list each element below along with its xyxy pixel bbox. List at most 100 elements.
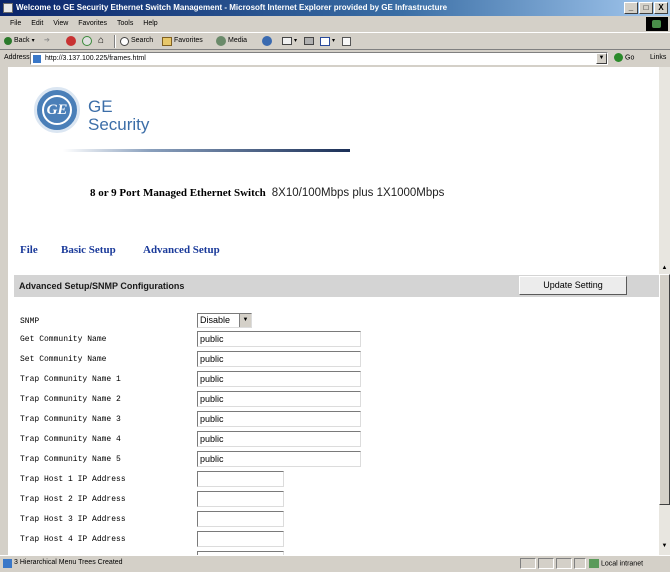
menu-view[interactable]: View [49,16,72,32]
get-community-input[interactable]: public [197,331,361,347]
menu-file[interactable]: File [6,16,25,32]
status-cell [520,558,536,569]
nav-file[interactable]: File [20,244,38,256]
menu-edit[interactable]: Edit [27,16,47,32]
media-icon [216,36,226,46]
trap-host-4-label: Trap Host 4 IP Address [20,535,126,544]
search-icon [120,36,129,46]
set-community-label: Set Community Name [20,355,107,364]
close-button[interactable]: X [654,2,668,14]
snmp-select[interactable]: Disable ▼ [197,313,252,328]
page-icon [33,55,41,63]
edit-button[interactable]: ▾ [320,34,335,48]
trap-host-2-input[interactable] [197,491,284,507]
word-icon [320,36,330,46]
scroll-down-icon[interactable]: ▼ [659,543,670,551]
stop-button[interactable] [66,34,76,48]
menu-tools[interactable]: Tools [113,16,137,32]
history-icon [262,36,272,46]
browser-window: Welcome to GE Security Ethernet Switch M… [0,0,670,572]
page-content: GE GE Security 8 or 9 Port Managed Ether… [8,67,659,555]
ge-logo: GE [34,87,80,133]
home-button[interactable]: ⌂ [98,34,104,48]
title-bar: Welcome to GE Security Ethernet Switch M… [0,0,670,16]
set-community-input[interactable]: public [197,351,361,367]
vertical-scrollbar[interactable]: ▲ ▼ [659,67,670,555]
brand-subtitle: Security [88,115,150,134]
trap-community-4-label: Trap Community Name 4 [20,435,121,444]
back-button[interactable]: Back ▾ [4,34,35,48]
product-spec: 8X10/100Mbps plus 1X1000Mbps [271,187,445,199]
status-cell [538,558,554,569]
product-name: 8 or 9 Port Managed Ethernet Switch [90,187,266,199]
address-input[interactable]: http://3.137.100.225/frames.html ▼ [30,52,608,65]
scroll-up-icon[interactable]: ▲ [659,265,670,273]
standard-toolbar: Back ▾ ➔ ⌂ Search Favorites Media ▾ ▾ [0,32,670,50]
status-message: 3 Hierarchical Menu Trees Created [14,559,123,566]
trap-host-4-input[interactable] [197,531,284,547]
home-icon: ⌂ [98,35,105,46]
refresh-icon [82,36,92,46]
trap-host-1-label: Trap Host 1 IP Address [20,475,126,484]
header-divider [63,149,350,152]
trap-host-2-label: Trap Host 2 IP Address [20,495,126,504]
trap-community-3-input[interactable]: public [197,411,361,427]
trap-community-2-input[interactable]: public [197,391,361,407]
trap-community-4-input[interactable]: public [197,431,361,447]
status-cell [574,558,586,569]
trap-host-1-input[interactable] [197,471,284,487]
trap-community-3-label: Trap Community Name 3 [20,415,121,424]
stop-icon [66,36,76,46]
favorites-button[interactable]: Favorites [162,34,203,48]
go-arrow-icon [614,53,623,62]
menu-bar: File Edit View Favorites Tools Help [0,16,670,32]
section-title: Advanced Setup/SNMP Configurations [19,281,185,291]
refresh-button[interactable] [82,34,92,48]
status-cell [556,558,572,569]
restore-button[interactable]: □ [639,2,653,14]
snmp-selected-value: Disable [200,315,231,325]
trap-community-5-label: Trap Community Name 5 [20,455,121,464]
trap-community-1-input[interactable]: public [197,371,361,387]
nav-basic-setup[interactable]: Basic Setup [61,244,116,256]
trap-host-3-input[interactable] [197,511,284,527]
update-setting-button[interactable]: Update Setting [519,276,627,295]
chevron-down-icon: ▾ [332,38,336,44]
mail-icon [282,37,292,45]
favorites-icon [162,36,172,46]
links-button[interactable]: Links [650,54,666,61]
mail-button[interactable]: ▾ [282,34,297,48]
chevron-down-icon: ▾ [31,38,35,44]
discuss-button[interactable] [342,34,351,48]
trap-community-5-input[interactable]: public [197,451,361,467]
window-title: Welcome to GE Security Ethernet Switch M… [16,3,448,12]
ie-app-icon [3,3,13,13]
scrollbar-thumb[interactable] [659,274,670,505]
address-bar: Address http://3.137.100.225/frames.html… [0,50,670,67]
search-button[interactable]: Search [120,34,153,48]
address-url: http://3.137.100.225/frames.html [45,55,146,62]
trap-host-3-label: Trap Host 3 IP Address [20,515,126,524]
back-arrow-icon [4,37,12,45]
trap-community-1-label: Trap Community Name 1 [20,375,121,384]
menu-help[interactable]: Help [139,16,161,32]
forward-button[interactable]: ➔ [44,34,50,48]
go-button[interactable]: Go [614,53,634,62]
security-zone: Local intranet [589,559,643,568]
intranet-icon [589,559,599,568]
menu-favorites[interactable]: Favorites [74,16,111,32]
status-bar: 3 Hierarchical Menu Trees Created Local … [0,555,670,572]
minimize-button[interactable]: _ [624,2,638,14]
trap-community-2-label: Trap Community Name 2 [20,395,121,404]
address-dropdown-icon[interactable]: ▼ [596,53,607,64]
get-community-label: Get Community Name [20,335,107,344]
print-button[interactable] [304,34,314,48]
media-button[interactable]: Media [216,34,247,48]
nav-advanced-setup[interactable]: Advanced Setup [143,244,220,256]
address-label: Address [4,54,30,61]
history-button[interactable] [262,34,272,48]
chevron-down-icon: ▼ [239,314,251,327]
chevron-down-icon: ▾ [294,38,298,44]
windows-logo-icon [646,17,668,31]
section-header: Advanced Setup/SNMP Configurations Updat… [14,275,659,297]
